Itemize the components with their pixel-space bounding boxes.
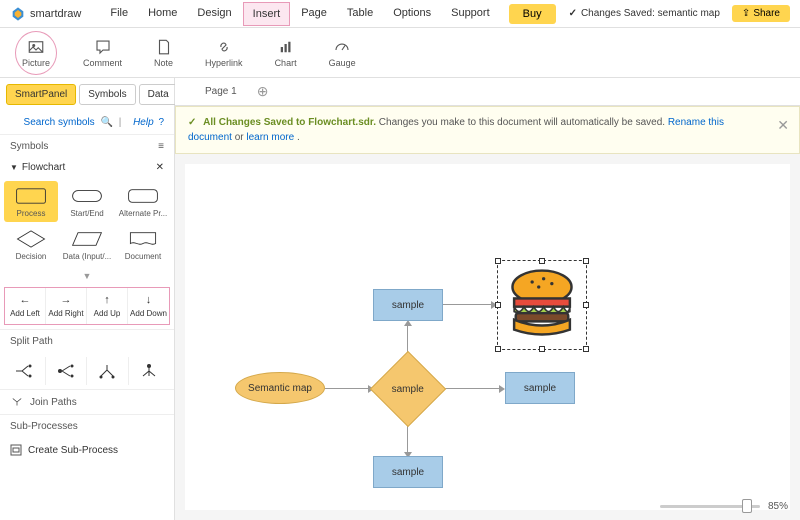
gauge-icon bbox=[333, 38, 351, 56]
menu-support[interactable]: Support bbox=[442, 2, 499, 26]
check-icon: ✓ bbox=[188, 117, 196, 128]
symbols-header: Symbols ≡ bbox=[0, 134, 174, 158]
picture-icon bbox=[27, 38, 45, 56]
save-status: ✓ Changes Saved: semantic map bbox=[569, 8, 720, 19]
add-right-button[interactable]: →Add Right bbox=[46, 288, 87, 324]
sub-processes-header: Sub-Processes bbox=[0, 414, 174, 438]
hyperlink-icon bbox=[215, 38, 233, 56]
arrow-right-icon: → bbox=[61, 294, 72, 306]
arrow-up-icon: ↑ bbox=[104, 294, 110, 306]
save-notice: ✓ All Changes Saved to Flowchart.sdr. Ch… bbox=[175, 106, 800, 154]
add-down-button[interactable]: ↓Add Down bbox=[128, 288, 169, 324]
join-icon bbox=[10, 396, 24, 408]
sub-process-icon bbox=[10, 444, 22, 456]
check-icon: ✓ bbox=[569, 8, 577, 19]
inserted-picture-burger[interactable] bbox=[501, 264, 583, 346]
node-center[interactable]: sample bbox=[370, 351, 446, 427]
arrow-left-icon: ← bbox=[20, 294, 31, 306]
node-right[interactable]: sample bbox=[505, 372, 575, 404]
node-top[interactable]: sample bbox=[373, 289, 443, 321]
add-direction-row: ←Add Left →Add Right ↑Add Up ↓Add Down bbox=[4, 287, 170, 325]
ribbon-note[interactable]: Note bbox=[148, 35, 179, 71]
add-page-button[interactable]: ⊕ bbox=[257, 83, 269, 100]
ribbon-chart[interactable]: Chart bbox=[269, 35, 303, 71]
arrow-down-icon: ↓ bbox=[146, 294, 152, 306]
share-icon: ⇪ bbox=[742, 8, 750, 19]
shape-start-end[interactable]: Start/End bbox=[60, 181, 114, 222]
add-left-button[interactable]: ←Add Left bbox=[5, 288, 46, 324]
shape-alternate[interactable]: Alternate Pr... bbox=[116, 181, 170, 222]
menu-insert[interactable]: Insert bbox=[243, 2, 291, 26]
ribbon-gauge[interactable]: Gauge bbox=[323, 35, 362, 71]
zoom-slider[interactable] bbox=[660, 505, 760, 508]
menu-page[interactable]: Page bbox=[292, 2, 336, 26]
help-icon[interactable]: ? bbox=[158, 117, 164, 128]
main-menu: File Home Design Insert Page Table Optio… bbox=[101, 2, 498, 26]
search-icon[interactable]: 🔍 bbox=[100, 117, 112, 128]
add-up-button[interactable]: ↑Add Up bbox=[87, 288, 128, 324]
drawing-canvas[interactable]: Semantic map sample sample sample sample bbox=[185, 164, 790, 510]
ribbon-picture[interactable]: Picture bbox=[15, 31, 57, 75]
side-panel: SmartPanel Symbols Data ✕ Search symbols… bbox=[0, 78, 175, 520]
shape-decision[interactable]: Decision bbox=[4, 224, 58, 265]
insert-ribbon: Picture Comment Note Hyperlink Chart Gau… bbox=[0, 28, 800, 78]
learn-more-link[interactable]: learn more bbox=[246, 132, 294, 143]
node-bottom[interactable]: sample bbox=[373, 456, 443, 488]
page-tab-1[interactable]: Page 1 bbox=[205, 86, 237, 97]
comment-icon bbox=[94, 38, 112, 56]
menu-options[interactable]: Options bbox=[384, 2, 440, 26]
note-icon bbox=[155, 38, 173, 56]
ribbon-hyperlink[interactable]: Hyperlink bbox=[199, 35, 249, 71]
help-link[interactable]: Help bbox=[133, 117, 154, 128]
tab-smartpanel[interactable]: SmartPanel bbox=[6, 84, 76, 105]
save-status-text: Changes Saved: semantic map bbox=[581, 8, 720, 19]
close-icon[interactable]: ✕ bbox=[156, 162, 164, 173]
split-option-1[interactable] bbox=[4, 357, 46, 385]
menu-icon[interactable]: ≡ bbox=[158, 141, 164, 152]
shape-document[interactable]: Document bbox=[116, 224, 170, 265]
tab-data[interactable]: Data bbox=[139, 84, 178, 105]
chart-icon bbox=[277, 38, 295, 56]
menu-table[interactable]: Table bbox=[338, 2, 382, 26]
split-option-2[interactable] bbox=[46, 357, 88, 385]
tab-symbols[interactable]: Symbols bbox=[79, 84, 135, 105]
more-shapes-icon[interactable]: ▼ bbox=[0, 269, 174, 283]
ribbon-comment[interactable]: Comment bbox=[77, 35, 128, 71]
create-sub-process-button[interactable]: Create Sub-Process bbox=[0, 438, 174, 462]
search-symbols-link[interactable]: Search symbols bbox=[24, 117, 95, 128]
notice-close-icon[interactable]: ✕ bbox=[777, 115, 789, 136]
zoom-control: 85% bbox=[660, 501, 788, 512]
split-option-3[interactable] bbox=[87, 357, 129, 385]
category-flowchart[interactable]: ▼Flowchart ✕ bbox=[0, 158, 174, 177]
shape-process[interactable]: Process bbox=[4, 181, 58, 222]
buy-button[interactable]: Buy bbox=[509, 4, 556, 24]
app-name: smartdraw bbox=[30, 8, 81, 20]
menu-file[interactable]: File bbox=[101, 2, 137, 26]
split-option-4[interactable] bbox=[129, 357, 171, 385]
node-start[interactable]: Semantic map bbox=[235, 372, 325, 404]
app-logo[interactable]: smartdraw bbox=[10, 6, 81, 22]
logo-icon bbox=[10, 6, 26, 22]
menu-home[interactable]: Home bbox=[139, 2, 186, 26]
zoom-value: 85% bbox=[768, 501, 788, 512]
share-button[interactable]: ⇪ Share bbox=[732, 5, 790, 22]
menu-design[interactable]: Design bbox=[188, 2, 240, 26]
shape-data[interactable]: Data (Input/... bbox=[60, 224, 114, 265]
zoom-thumb[interactable] bbox=[742, 499, 752, 513]
split-path-header: Split Path bbox=[0, 329, 174, 353]
join-paths-button[interactable]: Join Paths bbox=[30, 397, 77, 408]
